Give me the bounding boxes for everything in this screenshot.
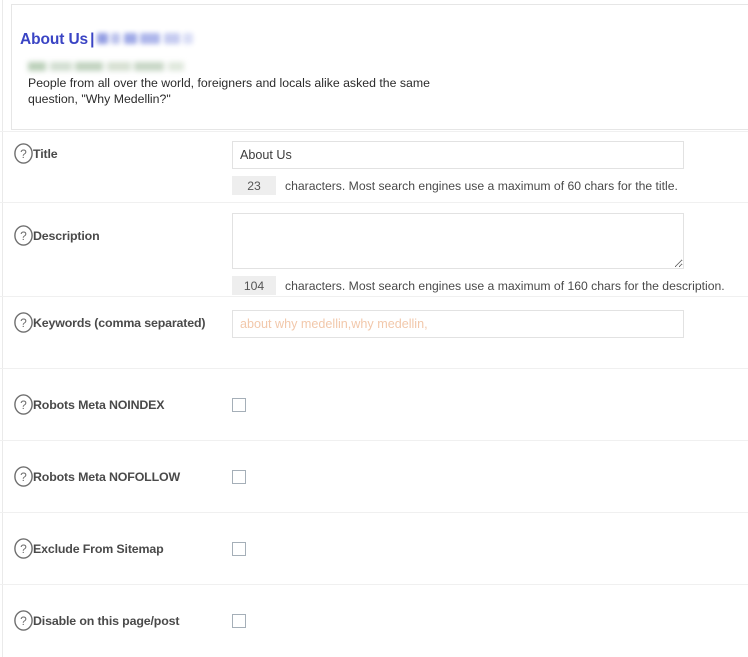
description-counter-note: characters. Most search engines use a ma… xyxy=(285,278,725,293)
preview-site-name-redacted xyxy=(97,30,194,48)
form-row-nofollow: ? Robots Meta NOFOLLOW xyxy=(0,441,748,513)
help-icon[interactable]: ? xyxy=(14,312,33,333)
svg-text:?: ? xyxy=(20,542,27,556)
nofollow-label-cell: ? Robots Meta NOFOLLOW xyxy=(14,466,180,487)
description-textarea[interactable] xyxy=(232,213,684,269)
noindex-field-cell xyxy=(232,398,246,412)
help-icon[interactable]: ? xyxy=(14,538,33,559)
title-counter-line: 23 characters. Most search engines use a… xyxy=(232,176,684,195)
nofollow-label: Robots Meta NOFOLLOW xyxy=(33,469,181,484)
exclude-sitemap-label: Exclude From Sitemap xyxy=(33,541,164,556)
svg-text:?: ? xyxy=(20,398,27,412)
title-character-count: 23 xyxy=(232,176,276,195)
svg-text:?: ? xyxy=(20,470,27,484)
exclude-sitemap-label-cell: ? Exclude From Sitemap xyxy=(14,538,164,559)
noindex-label: Robots Meta NOINDEX xyxy=(33,397,165,412)
svg-text:?: ? xyxy=(20,316,27,330)
nofollow-checkbox[interactable] xyxy=(232,470,246,484)
disable-label-cell: ? Disable on this page/post xyxy=(14,610,179,631)
description-label-cell: ? Description xyxy=(14,225,100,246)
description-label: Description xyxy=(33,228,100,243)
preview-title-separator: | xyxy=(90,31,95,49)
disable-label: Disable on this page/post xyxy=(33,613,180,628)
disable-checkbox[interactable] xyxy=(232,614,246,628)
form-row-noindex: ? Robots Meta NOINDEX xyxy=(0,369,748,441)
preview-title-line: About Us | xyxy=(20,31,748,49)
noindex-checkbox[interactable] xyxy=(232,398,246,412)
help-icon[interactable]: ? xyxy=(14,610,33,631)
keywords-input[interactable] xyxy=(232,310,684,338)
nofollow-field-cell xyxy=(232,470,246,484)
svg-text:?: ? xyxy=(20,229,27,243)
form-row-disable: ? Disable on this page/post xyxy=(0,585,748,657)
preview-url-redacted xyxy=(28,58,188,72)
form-row-title: ? Title 23 characters. Most search engin… xyxy=(0,131,748,203)
help-icon[interactable]: ? xyxy=(14,466,33,487)
noindex-label-cell: ? Robots Meta NOINDEX xyxy=(14,394,165,415)
search-snippet-preview: About Us | People from all over the world… xyxy=(11,4,748,130)
help-icon[interactable]: ? xyxy=(14,143,33,164)
title-label-cell: ? Title xyxy=(14,143,58,164)
svg-text:?: ? xyxy=(20,614,27,628)
form-row-exclude-sitemap: ? Exclude From Sitemap xyxy=(0,513,748,585)
preview-snippet-text: People from all over the world, foreigne… xyxy=(28,76,430,106)
seo-settings-form: ? Title 23 characters. Most search engin… xyxy=(0,131,748,657)
keywords-label: Keywords (comma separated) xyxy=(33,315,206,330)
preview-title: About Us xyxy=(20,31,89,49)
form-row-keywords: ? Keywords (comma separated) xyxy=(0,297,748,369)
keywords-label-cell: ? Keywords (comma separated) xyxy=(14,312,206,333)
description-field-cell: 104 characters. Most search engines use … xyxy=(232,213,725,295)
exclude-sitemap-checkbox[interactable] xyxy=(232,542,246,556)
description-character-count: 104 xyxy=(232,276,276,295)
help-icon[interactable]: ? xyxy=(14,394,33,415)
keywords-field-cell xyxy=(232,310,684,338)
exclude-sitemap-field-cell xyxy=(232,542,246,556)
svg-text:?: ? xyxy=(20,147,27,161)
disable-field-cell xyxy=(232,614,246,628)
help-icon[interactable]: ? xyxy=(14,225,33,246)
description-counter-line: 104 characters. Most search engines use … xyxy=(232,276,725,295)
title-input[interactable] xyxy=(232,141,684,169)
title-label: Title xyxy=(33,146,58,161)
form-row-description: ? Description 104 characters. Most searc… xyxy=(0,203,748,297)
title-counter-note: characters. Most search engines use a ma… xyxy=(285,178,678,193)
title-field-cell: 23 characters. Most search engines use a… xyxy=(232,141,684,195)
